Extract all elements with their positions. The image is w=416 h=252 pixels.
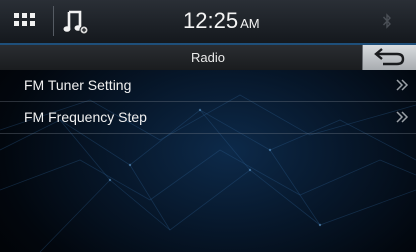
menu-item-fm-frequency-step[interactable]: FM Frequency Step bbox=[0, 102, 416, 134]
clock-ampm: AM bbox=[240, 16, 260, 31]
menu-item-label: FM Frequency Step bbox=[24, 109, 147, 125]
back-arrow-icon bbox=[374, 48, 405, 66]
screen: 12:25 AM Radio FM Tuner Setting FM Freque… bbox=[0, 0, 416, 252]
status-divider bbox=[53, 6, 54, 36]
page-title: Radio bbox=[191, 50, 225, 65]
clock: 12:25 AM bbox=[183, 8, 260, 36]
clock-time: 12:25 bbox=[183, 8, 239, 33]
back-button[interactable] bbox=[362, 45, 416, 70]
double-chevron-right-icon bbox=[396, 111, 409, 123]
menu-item-label: FM Tuner Setting bbox=[24, 77, 132, 93]
double-chevron-right-icon bbox=[396, 79, 409, 91]
menu-item-fm-tuner-setting[interactable]: FM Tuner Setting bbox=[0, 70, 416, 102]
status-bar: 12:25 AM bbox=[0, 0, 416, 45]
music-note-icon[interactable] bbox=[62, 7, 92, 37]
grid-icon[interactable] bbox=[14, 10, 40, 32]
bluetooth-icon bbox=[382, 13, 391, 29]
title-bar: Radio bbox=[0, 45, 416, 70]
